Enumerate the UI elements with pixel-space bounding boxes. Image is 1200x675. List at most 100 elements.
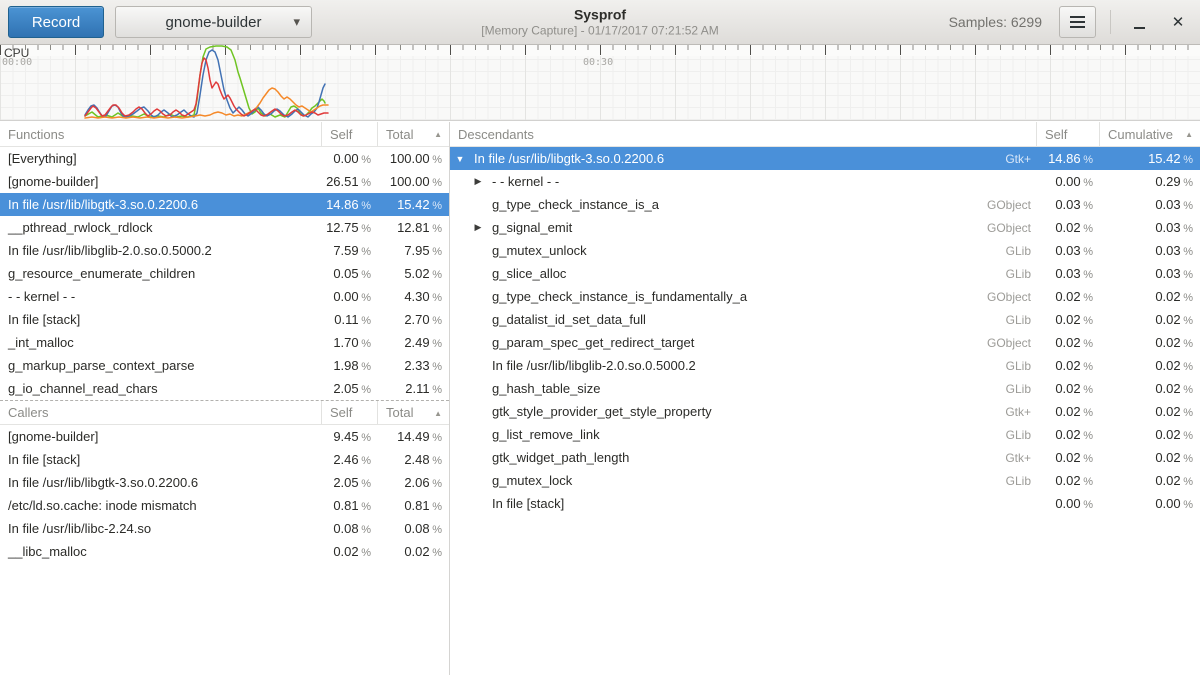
descendant-row[interactable]: g_type_check_instance_is_aGObject0.03 %0… [450,193,1200,216]
library-badge: GLib [1006,267,1037,281]
row-label: __pthread_rwlock_rdlock [2,220,322,235]
window-controls-separator [1110,10,1111,34]
self-percent: 0.02 % [1037,358,1100,373]
callers-total-column-header[interactable]: Total ▲ [378,401,449,424]
self-percent: 0.00 % [322,289,378,304]
descendant-row[interactable]: gtk_style_provider_get_style_propertyGtk… [450,400,1200,423]
callers-table: [gnome-builder]9.45 %14.49 %In file [sta… [0,425,449,563]
cumulative-percent: 0.02 % [1100,358,1200,373]
caller-row[interactable]: In file /usr/lib/libgtk-3.so.0.2200.62.0… [0,471,449,494]
expander-icon[interactable]: ▶ [470,176,486,187]
expander-icon[interactable]: ▼ [452,154,468,164]
descendants-table-header: Descendants Self Cumulative ▲ [450,122,1200,147]
self-percent: 0.81 % [322,498,378,513]
descendant-row[interactable]: In file [stack]0.00 %0.00 % [450,492,1200,515]
window-subtitle: [Memory Capture] - 01/17/2017 07:21:52 A… [481,24,718,38]
descendant-row[interactable]: ▶g_signal_emitGObject0.02 %0.03 % [450,216,1200,239]
function-row[interactable]: In file /usr/lib/libglib-2.0.so.0.5000.2… [0,239,449,262]
self-percent: 14.86 % [1037,151,1100,166]
total-percent: 14.49 % [378,429,449,444]
menu-button[interactable] [1059,6,1096,38]
self-percent: 26.51 % [322,174,378,189]
descendant-row[interactable]: In file /usr/lib/libglib-2.0.so.0.5000.2… [450,354,1200,377]
descendant-row[interactable]: g_param_spec_get_redirect_targetGObject0… [450,331,1200,354]
function-row[interactable]: [gnome-builder]26.51 %100.00 % [0,170,449,193]
self-percent: 0.05 % [322,266,378,281]
expander-icon[interactable]: ▶ [470,222,486,233]
function-row[interactable]: g_resource_enumerate_children0.05 %5.02 … [0,262,449,285]
self-percent: 1.70 % [322,335,378,350]
function-row[interactable]: g_markup_parse_context_parse1.98 %2.33 % [0,354,449,377]
self-percent: 14.86 % [322,197,378,212]
self-percent: 0.03 % [1037,243,1100,258]
library-badge: GObject [987,336,1037,350]
caller-row[interactable]: __libc_malloc0.02 %0.02 % [0,540,449,563]
descendants-cumulative-column-header[interactable]: Cumulative ▲ [1100,122,1200,146]
row-label: In file /usr/lib/libc-2.24.so [2,521,322,536]
functions-table: [Everything]0.00 %100.00 %[gnome-builder… [0,147,449,400]
self-percent: 0.03 % [1037,197,1100,212]
self-percent: 0.00 % [1037,174,1100,189]
descendant-row[interactable]: g_list_remove_linkGLib0.02 %0.02 % [450,423,1200,446]
descendant-row[interactable]: ▶- - kernel - -0.00 %0.29 % [450,170,1200,193]
caller-row[interactable]: In file /usr/lib/libc-2.24.so0.08 %0.08 … [0,517,449,540]
total-percent: 12.81 % [378,220,449,235]
function-row[interactable]: g_io_channel_read_chars2.05 %2.11 % [0,377,449,400]
caller-row[interactable]: In file [stack]2.46 %2.48 % [0,448,449,471]
function-row[interactable]: __pthread_rwlock_rdlock12.75 %12.81 % [0,216,449,239]
functions-total-column-header[interactable]: Total ▲ [378,122,449,146]
library-badge: GLib [1006,313,1037,327]
total-percent: 2.49 % [378,335,449,350]
cumulative-percent: 0.03 % [1100,220,1200,235]
row-label: In file /usr/lib/libgtk-3.so.0.2200.6 [2,475,322,490]
descendant-row[interactable]: g_mutex_lockGLib0.02 %0.02 % [450,469,1200,492]
self-percent: 0.11 % [322,312,378,327]
caller-row[interactable]: /etc/ld.so.cache: inode mismatch0.81 %0.… [0,494,449,517]
descendant-row[interactable]: g_datalist_id_set_data_fullGLib0.02 %0.0… [450,308,1200,331]
row-label: [Everything] [2,151,322,166]
total-percent: 2.33 % [378,358,449,373]
functions-self-column-header[interactable]: Self [322,122,378,146]
callers-column-header[interactable]: Callers [0,401,322,424]
self-percent: 1.98 % [322,358,378,373]
library-badge: GObject [987,198,1037,212]
descendant-row[interactable]: gtk_widget_path_lengthGtk+0.02 %0.02 % [450,446,1200,469]
cpu-graph[interactable]: CPU 00:00 00:30 [0,45,1200,121]
cumulative-percent: 0.02 % [1100,450,1200,465]
function-row[interactable]: In file /usr/lib/libgtk-3.so.0.2200.614.… [0,193,449,216]
row-label: g_type_check_instance_is_a [486,197,987,212]
descendant-row[interactable]: g_hash_table_sizeGLib0.02 %0.02 % [450,377,1200,400]
row-label: g_mutex_unlock [486,243,1006,258]
descendant-row[interactable]: ▼In file /usr/lib/libgtk-3.so.0.2200.6Gt… [450,147,1200,170]
function-row[interactable]: - - kernel - -0.00 %4.30 % [0,285,449,308]
record-button[interactable]: Record [8,6,104,38]
library-badge: Gtk+ [1005,405,1037,419]
callers-table-header: Callers Self Total ▲ [0,400,449,425]
function-row[interactable]: _int_malloc1.70 %2.49 % [0,331,449,354]
cumulative-percent: 0.03 % [1100,197,1200,212]
row-label: g_slice_alloc [486,266,1006,281]
row-label: g_type_check_instance_is_fundamentally_a [486,289,987,304]
descendant-row[interactable]: g_type_check_instance_is_fundamentally_a… [450,285,1200,308]
row-label: g_markup_parse_context_parse [2,358,322,373]
descendant-row[interactable]: g_mutex_unlockGLib0.03 %0.03 % [450,239,1200,262]
descendants-self-column-header[interactable]: Self [1037,122,1100,146]
process-selector[interactable]: gnome-builder ▾ [115,6,312,38]
function-row[interactable]: [Everything]0.00 %100.00 % [0,147,449,170]
functions-column-header[interactable]: Functions [0,122,322,146]
cumulative-percent: 0.03 % [1100,266,1200,281]
cumulative-percent: 0.02 % [1100,404,1200,419]
descendants-column-header[interactable]: Descendants [450,122,1037,146]
close-button[interactable]: ✕ [1164,8,1192,36]
row-label: g_datalist_id_set_data_full [486,312,1006,327]
self-percent: 0.00 % [1037,496,1100,511]
row-label: In file [stack] [2,452,322,467]
right-pane: Descendants Self Cumulative ▲ ▼In file /… [450,122,1200,675]
caller-row[interactable]: [gnome-builder]9.45 %14.49 % [0,425,449,448]
library-badge: GLib [1006,359,1037,373]
descendant-row[interactable]: g_slice_allocGLib0.03 %0.03 % [450,262,1200,285]
cumulative-percent: 0.03 % [1100,243,1200,258]
callers-self-column-header[interactable]: Self [322,401,378,424]
function-row[interactable]: In file [stack]0.11 %2.70 % [0,308,449,331]
minimize-button[interactable] [1125,8,1153,36]
